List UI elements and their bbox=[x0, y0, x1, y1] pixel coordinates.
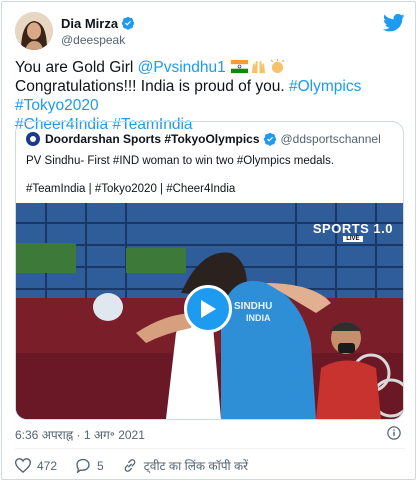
quoted-tweet[interactable]: Doordarshan Sports #TokyoOlympics @ddspo… bbox=[15, 121, 404, 420]
video-player[interactable]: SINDHU INDIA SPORTS 1.0 LIVE bbox=[16, 203, 403, 419]
tweet-header: Dia Mirza @deespeak bbox=[15, 12, 405, 52]
reply-icon bbox=[76, 458, 90, 473]
tweet-text-start: You are Gold Girl bbox=[15, 59, 138, 76]
quoted-author-name: Doordarshan Sports #TokyoOlympics bbox=[45, 132, 260, 146]
author-name[interactable]: Dia Mirza bbox=[61, 16, 118, 31]
info-icon[interactable] bbox=[387, 426, 401, 440]
author-avatar[interactable] bbox=[15, 12, 53, 50]
clapping-hands-icon bbox=[270, 59, 285, 74]
quoted-author-avatar bbox=[26, 132, 40, 146]
channel-logo: SPORTS 1.0 LIVE bbox=[313, 221, 393, 242]
action-bar: 472 5 ट्वीट का लिंक कॉपी करें bbox=[15, 457, 266, 474]
like-count: 472 bbox=[37, 458, 58, 473]
tweet-card[interactable]: Dia Mirza @deespeak You are Gold Girl @P… bbox=[1, 1, 416, 480]
mention-link[interactable]: @Pvsindhu1 bbox=[138, 59, 226, 76]
copy-link-label: ट्वीट का लिंक कॉपी करें bbox=[143, 459, 249, 473]
like-button[interactable]: 472 bbox=[15, 458, 57, 473]
jersey-name-text: SINDHU bbox=[234, 301, 272, 312]
quoted-text-line-2: #TeamIndia | #Tokyo2020 | #Cheer4India bbox=[26, 183, 236, 195]
reply-count: 5 bbox=[97, 458, 104, 473]
verified-badge-icon bbox=[121, 16, 135, 30]
play-button[interactable] bbox=[184, 285, 232, 333]
tweet-text-middle: Congratulations!!! India is proud of you… bbox=[15, 78, 289, 95]
divider bbox=[15, 448, 405, 449]
link-icon bbox=[124, 459, 136, 472]
reply-button[interactable]: 5 bbox=[75, 458, 104, 473]
tweet-timestamp[interactable]: 6:36 अपराह्न · 1 अग॰ 2021 bbox=[15, 426, 145, 443]
copy-link-button[interactable]: ट्वीट का लिंक कॉपी करें bbox=[122, 457, 248, 474]
channel-logo-text: SPORTS 1.0 bbox=[312, 221, 393, 236]
india-flag-icon bbox=[231, 59, 249, 74]
live-badge: LIVE bbox=[342, 236, 363, 242]
quoted-author-handle: @ddsportschannel bbox=[280, 132, 381, 146]
jersey-country-text: INDIA bbox=[246, 313, 271, 323]
raised-hands-icon bbox=[252, 60, 266, 74]
quoted-text-line-1: PV Sindhu- First #IND woman to win two #… bbox=[26, 155, 335, 167]
author-handle[interactable]: @deespeak bbox=[61, 33, 135, 47]
twitter-bird-icon[interactable] bbox=[383, 13, 405, 33]
play-icon bbox=[201, 300, 216, 318]
verified-badge-icon bbox=[263, 132, 276, 146]
heart-icon bbox=[15, 458, 31, 473]
